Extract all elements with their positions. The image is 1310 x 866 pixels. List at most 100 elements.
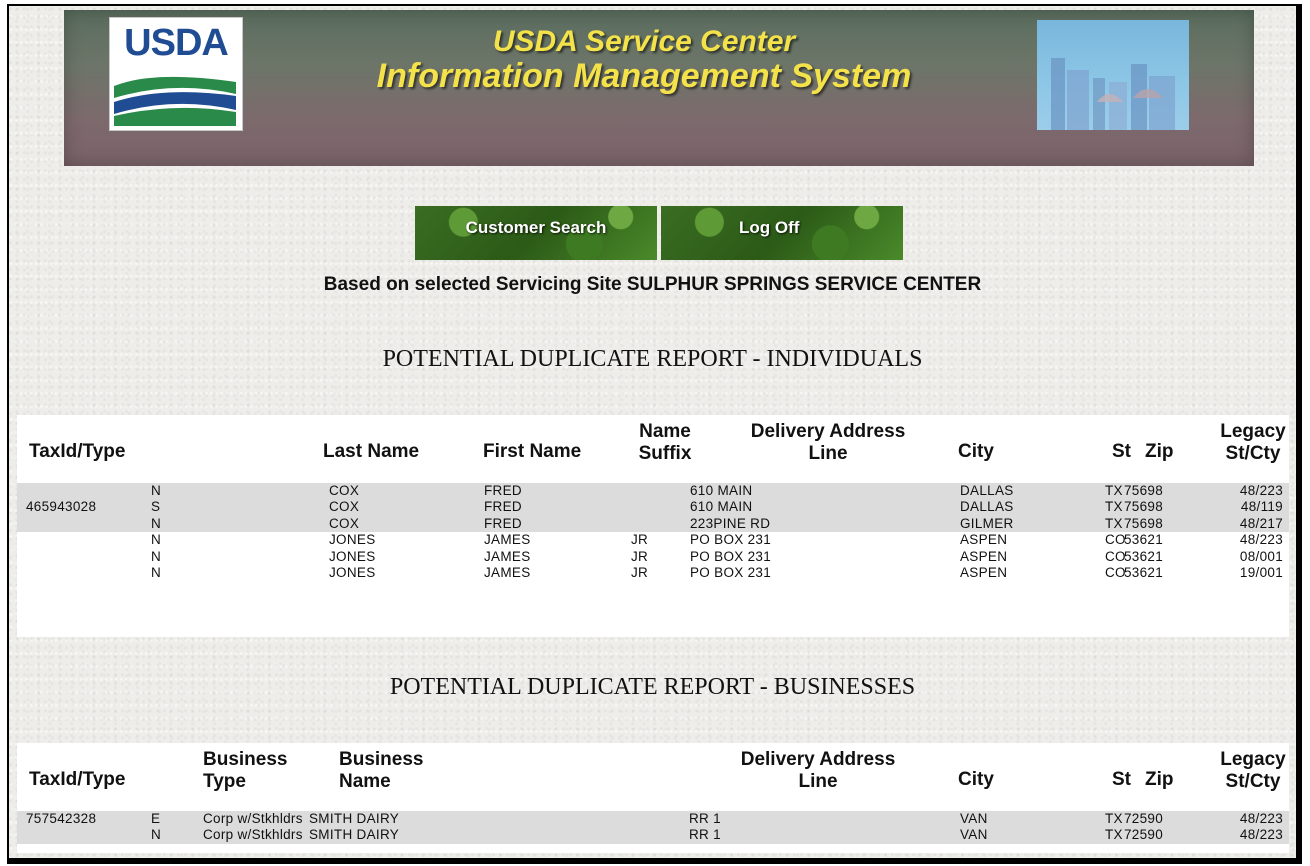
cell-legacy: 48/223 (1239, 811, 1283, 826)
col-address-header-line1: Delivery Address (750, 421, 906, 442)
col-legacy-header-line1: Legacy (1220, 749, 1286, 770)
cell-zip: 72590 (1124, 827, 1164, 843)
col-address-header: Delivery Address Line (709, 749, 927, 793)
usda-logo-text: USDA (124, 22, 229, 64)
cell-city: ASPEN (960, 548, 1008, 564)
businesses-report-title: POTENTIAL DUPLICATE REPORT - BUSINESSES (389, 674, 916, 700)
cell-city: DALLAS (960, 483, 1014, 498)
cell-first: JAMES (484, 548, 531, 564)
cell-st: TX (1105, 499, 1123, 515)
table-row: 757542328 E Corp w/Stkhldrs SMITH DAIRY RR 1… (17, 811, 1289, 828)
cell-addr: PO BOX 231 (690, 532, 772, 548)
cell-bname: SMITH DAIRY (309, 827, 400, 843)
col-business-type-header: Business Type (203, 749, 287, 793)
cell-suffix: JR (631, 532, 649, 548)
cell-st: CO (1105, 532, 1126, 548)
cell-last: COX (329, 483, 360, 498)
individuals-table: TaxId/Type Last Name First Name Name Suf… (17, 415, 1289, 637)
col-suffix-header-line1: Name (639, 421, 691, 442)
cell-addr: 610 MAIN (690, 483, 753, 498)
cell-legacy: 48/217 (1239, 515, 1283, 531)
col-business-type-header-line1: Business (203, 749, 288, 770)
col-business-name-header: Business Name (339, 749, 423, 793)
cell-addr: PO BOX 231 (690, 548, 772, 564)
cell-addr: RR 1 (689, 811, 721, 826)
cell-last: COX (329, 515, 360, 531)
cell-legacy: 48/223 (1239, 532, 1283, 548)
cell-zip: 75698 (1124, 499, 1164, 515)
cell-suffix: JR (631, 548, 649, 564)
col-legacy-header-line1: Legacy (1220, 421, 1286, 442)
col-address-header-line2: Line (808, 442, 848, 464)
cell-city: VAN (960, 827, 988, 843)
col-legacy-header-line2: St/Cty (1225, 770, 1281, 792)
servicing-site-text: Based on selected Servicing Site SULPHUR… (323, 274, 982, 295)
col-suffix-header: Name Suffix (625, 421, 705, 465)
cell-first: FRED (484, 515, 522, 531)
skyline-icon (1051, 58, 1175, 130)
usda-logo-swoosh-icon (114, 76, 236, 126)
table-row: N COX FRED 223PINE RD GILMER TX 75698 48/217 (17, 515, 1289, 533)
col-st-header: St (1112, 769, 1131, 790)
cell-last: JONES (329, 532, 376, 548)
cell-first: FRED (484, 483, 522, 498)
cell-st: TX (1105, 483, 1123, 498)
city-skyline-image (1037, 20, 1189, 130)
cell-legacy: 48/223 (1239, 827, 1283, 843)
customer-search-button[interactable]: Customer Search (415, 206, 657, 260)
cell-btype: Corp w/Stkhldrs (203, 827, 303, 843)
cell-addr: 610 MAIN (690, 499, 753, 515)
cell-type: N (151, 515, 162, 531)
cell-st: TX (1105, 811, 1123, 826)
col-legacy-header-line2: St/Cty (1225, 442, 1281, 464)
cell-last: JONES (329, 548, 376, 564)
cell-addr: RR 1 (689, 827, 721, 843)
cell-zip: 53621 (1124, 564, 1164, 580)
businesses-table: TaxId/Type Business Type Business Name D… (17, 743, 1289, 853)
table-row: 465943028 S COX FRED 610 MAIN DALLAS TX 75698 48… (17, 499, 1289, 516)
table-row: N JONES JAMES JR PO BOX 231 ASPEN CO 53621 19/00… (17, 565, 1289, 581)
table-row: N COX FRED 610 MAIN DALLAS TX 75698 48/223 (17, 483, 1289, 500)
cell-last: JONES (329, 564, 376, 580)
col-zip-header: Zip (1145, 441, 1174, 462)
cell-zip: 53621 (1124, 532, 1164, 548)
col-address-header: Delivery Address Line (719, 421, 937, 465)
cell-zip: 75698 (1124, 515, 1164, 531)
businesses-rows: 757542328 E Corp w/Stkhldrs SMITH DAIRY RR 1… (17, 811, 1289, 844)
header-banner: USDA USDA Service Center Information Man… (64, 10, 1254, 166)
cell-city: DALLAS (960, 499, 1014, 515)
usda-logo: USDA (109, 17, 243, 131)
cell-type: N (151, 532, 162, 548)
cell-st: CO (1105, 548, 1126, 564)
cell-city: ASPEN (960, 564, 1008, 580)
cell-legacy: 48/119 (1240, 499, 1283, 515)
log-off-button[interactable]: Log Off (661, 206, 903, 260)
cell-addr: 223PINE RD (690, 515, 771, 531)
banner-title-line1: USDA Service Center (492, 25, 796, 58)
cell-taxid: 757542328 (26, 811, 97, 826)
banner-title: USDA Service Center Information Manageme… (294, 25, 994, 96)
col-business-name-header-line1: Business (339, 749, 424, 770)
cell-type: N (151, 827, 162, 843)
cell-zip: 53621 (1124, 548, 1164, 564)
col-suffix-header-line2: Suffix (638, 442, 692, 464)
col-address-header-line2: Line (798, 770, 838, 792)
cell-zip: 72590 (1124, 811, 1164, 826)
col-city-header: City (958, 769, 994, 790)
banner-title-line2: Information Management System (376, 57, 912, 96)
col-last-name-header: Last Name (323, 441, 420, 462)
cell-type: N (151, 548, 162, 564)
cell-legacy: 19/001 (1239, 564, 1283, 580)
cell-first: FRED (484, 499, 522, 515)
cell-city: GILMER (960, 515, 1014, 531)
cell-first: JAMES (484, 564, 531, 580)
col-taxid-header: TaxId/Type (29, 769, 126, 790)
cell-city: ASPEN (960, 532, 1008, 548)
individuals-rows: N COX FRED 610 MAIN DALLAS TX 75698 48/223 46594… (17, 483, 1289, 581)
cell-legacy: 08/001 (1239, 548, 1283, 564)
businesses-header-row: TaxId/Type Business Type Business Name D… (17, 743, 1289, 811)
col-business-name-header-line2: Name (339, 770, 391, 792)
cell-zip: 75698 (1124, 483, 1164, 498)
cell-suffix: JR (631, 564, 649, 580)
cell-first: JAMES (484, 532, 531, 548)
